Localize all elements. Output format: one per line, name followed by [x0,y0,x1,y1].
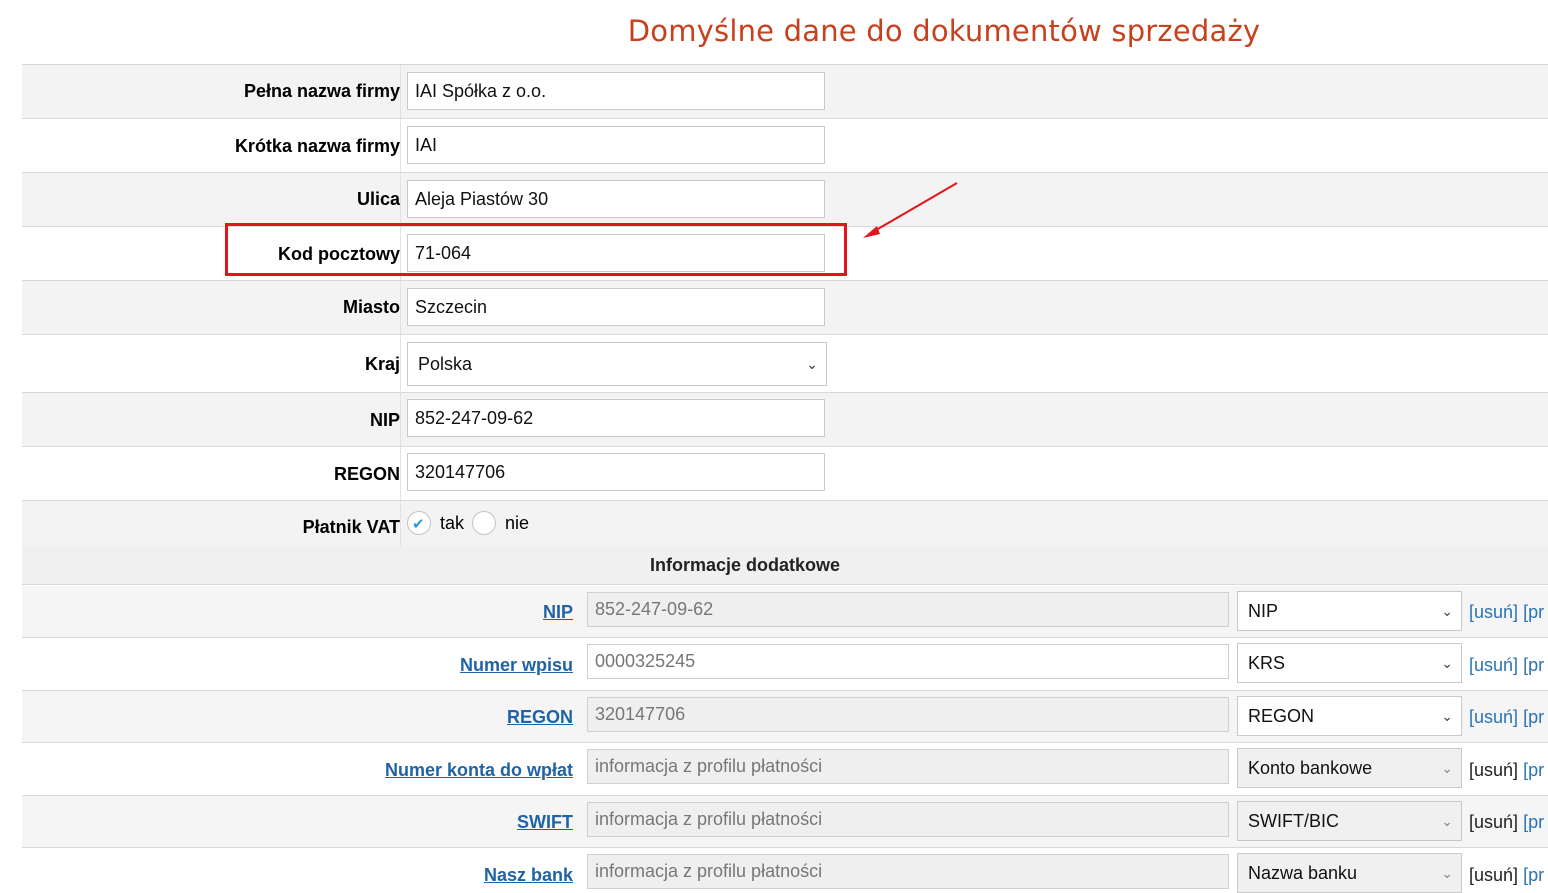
additional-row-krs: Numer wpisu 0000325245 KRS ⌄ [usuń] [pr [22,638,1548,691]
additional-row-bank-name: Nasz bank informacja z profilu płatności… [22,848,1548,893]
additional-krs-type-value: KRS [1248,653,1286,673]
postal-code-input[interactable]: 71-064 [407,234,825,272]
additional-bank-name-input: informacja z profilu płatności [587,854,1229,889]
chevron-down-icon: ⌄ [1441,603,1453,619]
additional-krs-type-select[interactable]: KRS ⌄ [1237,643,1462,683]
row-country: Kraj Polska ⌄ [22,335,1548,393]
additional-bank-name-type-value: Nazwa banku [1248,863,1358,883]
chevron-down-icon: ⌄ [1441,865,1453,881]
city-input[interactable]: Szczecin [407,288,825,326]
chevron-down-icon: ⌄ [1441,708,1453,724]
nip-input[interactable]: 852-247-09-62 [407,399,825,437]
delete-link: [usuń] [1469,865,1519,885]
page-title: Domyślne dane do dokumentów sprzedaży [627,14,1261,48]
additional-swift-link[interactable]: SWIFT [22,812,573,833]
row-city: Miasto Szczecin [22,281,1548,335]
city-label: Miasto [342,297,400,317]
chevron-down-icon: ⌄ [1441,655,1453,671]
additional-nip-type-select[interactable]: NIP ⌄ [1237,591,1462,631]
additional-regon-type-select[interactable]: REGON ⌄ [1237,696,1462,736]
additional-bank-account-type-value: Konto bankowe [1248,758,1373,778]
additional-bank-account-type-select: Konto bankowe ⌄ [1237,748,1462,788]
additional-nip-input[interactable]: 852-247-09-62 [587,592,1229,627]
nip-label: NIP [369,410,400,430]
additional-krs-input[interactable]: 0000325245 [587,644,1229,679]
regon-label: REGON [333,464,400,484]
additional-regon-link[interactable]: REGON [22,707,573,728]
additional-krs-link[interactable]: Numer wpisu [22,655,573,676]
additional-row-bank-account: Numer konta do wpłat informacja z profil… [22,743,1548,796]
row-regon: REGON 320147706 [22,447,1548,501]
additional-bank-account-input: informacja z profilu płatności [587,749,1229,784]
additional-info-heading: Informacje dodatkowe [22,546,1548,585]
additional-nip-type-value: NIP [1248,601,1279,621]
country-label: Kraj [364,354,400,374]
vat-yes-label: tak [440,513,465,533]
full-name-label: Pełna nazwa firmy [243,81,400,101]
additional-regon-actions: [usuń] [pr [1469,707,1544,728]
chevron-down-icon: ⌄ [806,356,818,372]
more-link[interactable]: [pr [1523,655,1544,675]
additional-swift-input: informacja z profilu płatności [587,802,1229,837]
country-select[interactable]: Polska ⌄ [407,342,827,386]
vat-yes-radio[interactable]: ✔ [407,511,431,535]
more-link[interactable]: [pr [1523,707,1544,727]
row-full-name: Pełna nazwa firmy IAI Spółka z o.o. [22,65,1548,119]
additional-bank-account-link[interactable]: Numer konta do wpłat [22,760,573,781]
additional-regon-type-value: REGON [1248,706,1315,726]
delete-link[interactable]: [usuń] [1469,707,1518,727]
postal-code-label: Kod pocztowy [278,244,400,264]
delete-link[interactable]: [usuń] [1469,602,1518,622]
more-link[interactable]: [pr [1523,865,1544,885]
vat-payer-label: Płatnik VAT [302,517,400,537]
additional-swift-type-value: SWIFT/BIC [1248,811,1339,831]
delete-link: [usuń] [1469,760,1519,780]
chevron-down-icon: ⌄ [1441,760,1453,776]
company-form: Pełna nazwa firmy IAI Spółka z o.o. Krót… [22,64,1548,552]
street-input[interactable]: Aleja Piastów 30 [407,180,825,218]
additional-krs-actions: [usuń] [pr [1469,655,1544,676]
row-street: Ulica Aleja Piastów 30 [22,173,1548,227]
vat-no-radio[interactable] [472,511,496,535]
row-nip: NIP 852-247-09-62 [22,393,1548,447]
row-short-name: Krótka nazwa firmy IAI [22,119,1548,173]
regon-input[interactable]: 320147706 [407,453,825,491]
delete-link: [usuń] [1469,812,1519,832]
annotation-arrow-icon [863,182,958,238]
additional-row-regon: REGON 320147706 REGON ⌄ [usuń] [pr [22,691,1548,743]
row-vat-payer: Płatnik VAT ✔ tak nie [22,501,1548,552]
additional-swift-type-select: SWIFT/BIC ⌄ [1237,801,1462,841]
additional-row-nip: NIP 852-247-09-62 NIP ⌄ [usuń] [pr [22,586,1548,638]
country-select-value: Polska [418,354,473,374]
row-postal-code: Kod pocztowy 71-064 [22,227,1548,281]
additional-bank-name-actions: [usuń] [pr [1469,865,1544,886]
short-name-label: Krótka nazwa firmy [234,136,400,156]
checkmark-icon: ✔ [412,516,425,533]
short-name-input[interactable]: IAI [407,126,825,164]
additional-nip-actions: [usuń] [pr [1469,602,1544,623]
full-name-input[interactable]: IAI Spółka z o.o. [407,72,825,110]
additional-bank-name-type-select: Nazwa banku ⌄ [1237,853,1462,893]
additional-swift-actions: [usuń] [pr [1469,812,1544,833]
more-link[interactable]: [pr [1523,760,1544,780]
additional-row-swift: SWIFT informacja z profilu płatności SWI… [22,796,1548,848]
vat-no-label: nie [505,513,530,533]
more-link[interactable]: [pr [1523,602,1544,622]
chevron-down-icon: ⌄ [1441,813,1453,829]
additional-nip-link[interactable]: NIP [22,602,573,623]
additional-bank-name-link[interactable]: Nasz bank [22,865,573,886]
street-label: Ulica [356,189,400,209]
additional-regon-input[interactable]: 320147706 [587,697,1229,732]
more-link[interactable]: [pr [1523,812,1544,832]
additional-bank-account-actions: [usuń] [pr [1469,760,1544,781]
delete-link[interactable]: [usuń] [1469,655,1518,675]
